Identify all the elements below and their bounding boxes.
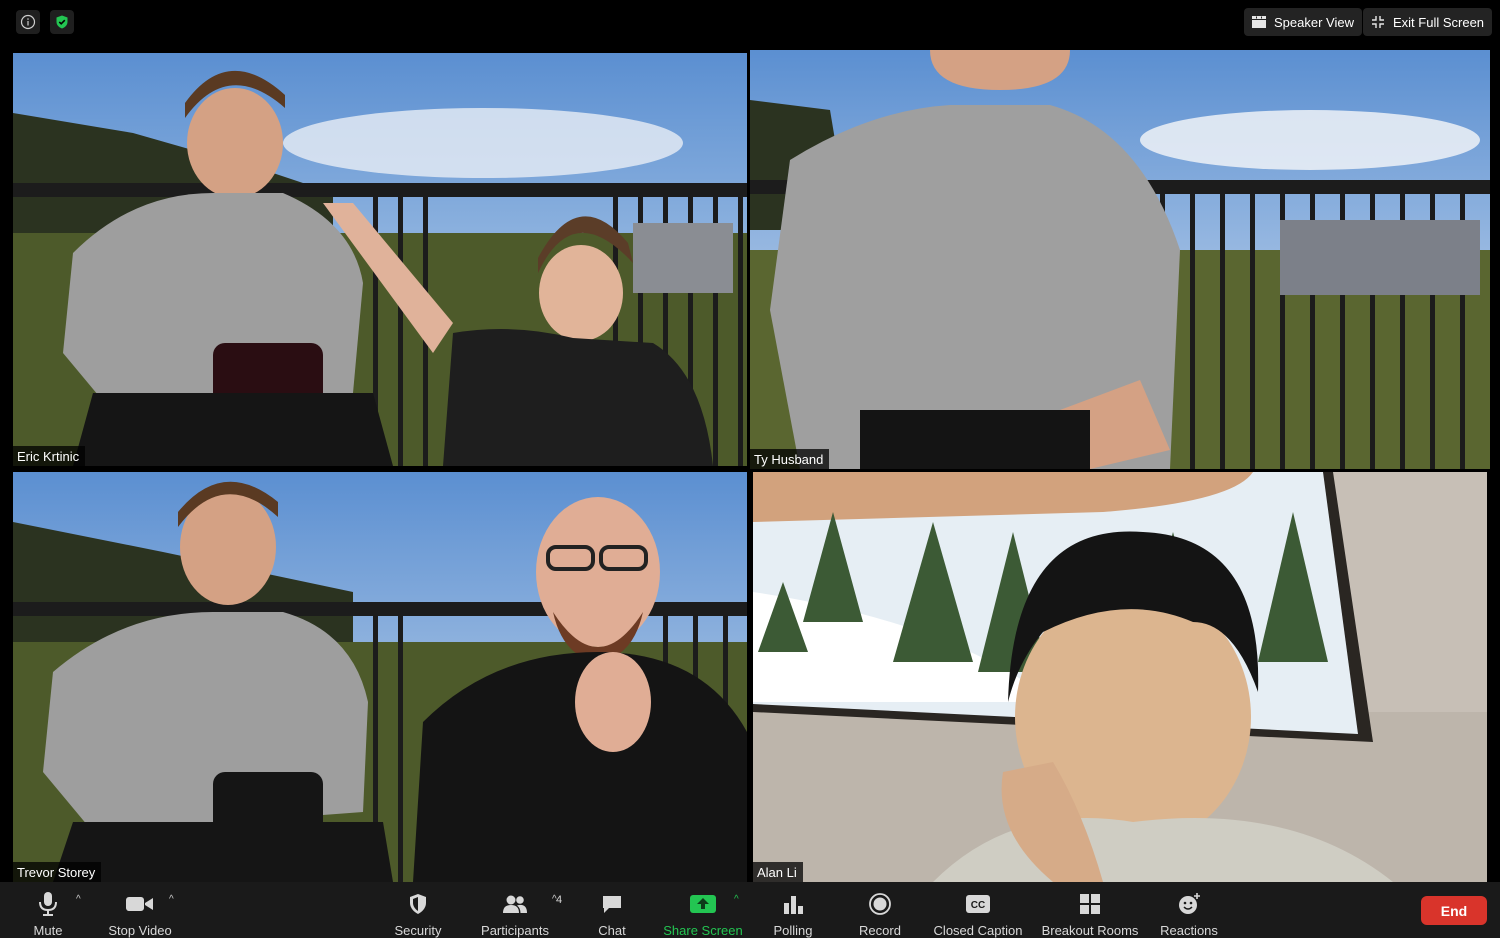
video-camera-icon — [126, 889, 154, 919]
participant-name-label: Alan Li — [753, 862, 803, 882]
video-tile-eric[interactable]: Eric Krtinic — [13, 53, 747, 466]
reactions-smiley-icon — [1177, 889, 1201, 919]
video-feed — [753, 472, 1487, 882]
share-screen-icon — [690, 889, 716, 919]
microphone-icon — [38, 889, 58, 919]
breakout-rooms-label: Breakout Rooms — [1041, 923, 1139, 938]
share-screen-button[interactable]: Share Screen — [661, 882, 745, 938]
chat-button[interactable]: Chat — [594, 882, 630, 938]
closed-caption-button[interactable]: CC Closed Caption — [932, 882, 1024, 938]
share-screen-label: Share Screen — [663, 923, 743, 938]
closed-caption-icon: CC — [965, 889, 991, 919]
participant-name-label: Eric Krtinic — [13, 446, 86, 466]
video-feed — [750, 50, 1490, 469]
stop-video-label: Stop Video — [108, 923, 172, 938]
breakout-rooms-grid-icon — [1079, 889, 1101, 919]
security-shield-icon — [408, 889, 428, 919]
security-label: Security — [394, 923, 442, 938]
video-options-caret-icon[interactable]: ^ — [169, 894, 174, 905]
top-bar: Speaker View Exit Full Screen — [0, 0, 1500, 44]
security-button[interactable]: Security — [390, 882, 446, 938]
polling-label: Polling — [773, 923, 813, 938]
participants-options-caret-icon[interactable]: ^ — [552, 894, 557, 905]
participants-icon: 4 — [502, 889, 562, 919]
svg-text:CC: CC — [971, 900, 985, 911]
exit-full-screen-button[interactable]: Exit Full Screen — [1363, 8, 1493, 36]
video-feed — [13, 53, 747, 466]
record-label: Record — [859, 923, 901, 938]
closed-caption-label: Closed Caption — [933, 923, 1023, 938]
record-icon — [869, 889, 891, 919]
meeting-info-icon[interactable] — [16, 10, 40, 34]
participant-name-label: Ty Husband — [750, 449, 830, 469]
video-tile-trevor[interactable]: Trevor Storey — [13, 472, 747, 882]
meeting-controls-toolbar: Mute ^ Stop Video ^ Security 4 Participa… — [0, 882, 1500, 938]
video-feed — [13, 472, 747, 882]
chat-bubble-icon — [601, 889, 623, 919]
polling-button[interactable]: Polling — [769, 882, 817, 938]
reactions-button[interactable]: Reactions — [1158, 882, 1220, 938]
stop-video-button[interactable]: Stop Video — [104, 882, 176, 938]
record-button[interactable]: Record — [856, 882, 904, 938]
mute-label: Mute — [33, 923, 63, 938]
speaker-view-icon — [1252, 16, 1266, 28]
reactions-label: Reactions — [1160, 923, 1218, 938]
polling-bar-chart-icon — [783, 889, 803, 919]
chat-label: Chat — [598, 923, 626, 938]
participant-name-label: Trevor Storey — [13, 862, 102, 882]
speaker-view-label: Speaker View — [1274, 14, 1354, 30]
speaker-view-button[interactable]: Speaker View — [1244, 8, 1362, 36]
exit-full-screen-label: Exit Full Screen — [1393, 14, 1485, 30]
video-tile-alan[interactable]: Alan Li — [753, 472, 1487, 882]
participants-label: Participants — [481, 923, 549, 938]
breakout-rooms-button[interactable]: Breakout Rooms — [1041, 882, 1139, 938]
exit-full-screen-icon — [1372, 16, 1384, 28]
audio-options-caret-icon[interactable]: ^ — [76, 894, 81, 905]
mute-button[interactable]: Mute — [28, 882, 68, 938]
encryption-shield-icon[interactable] — [50, 10, 74, 34]
share-screen-options-caret-icon[interactable]: ^ — [734, 894, 739, 905]
end-meeting-button[interactable]: End — [1421, 896, 1487, 925]
video-tile-ty-active-speaker[interactable]: Ty Husband — [750, 50, 1490, 469]
participants-button[interactable]: 4 Participants — [478, 882, 562, 938]
